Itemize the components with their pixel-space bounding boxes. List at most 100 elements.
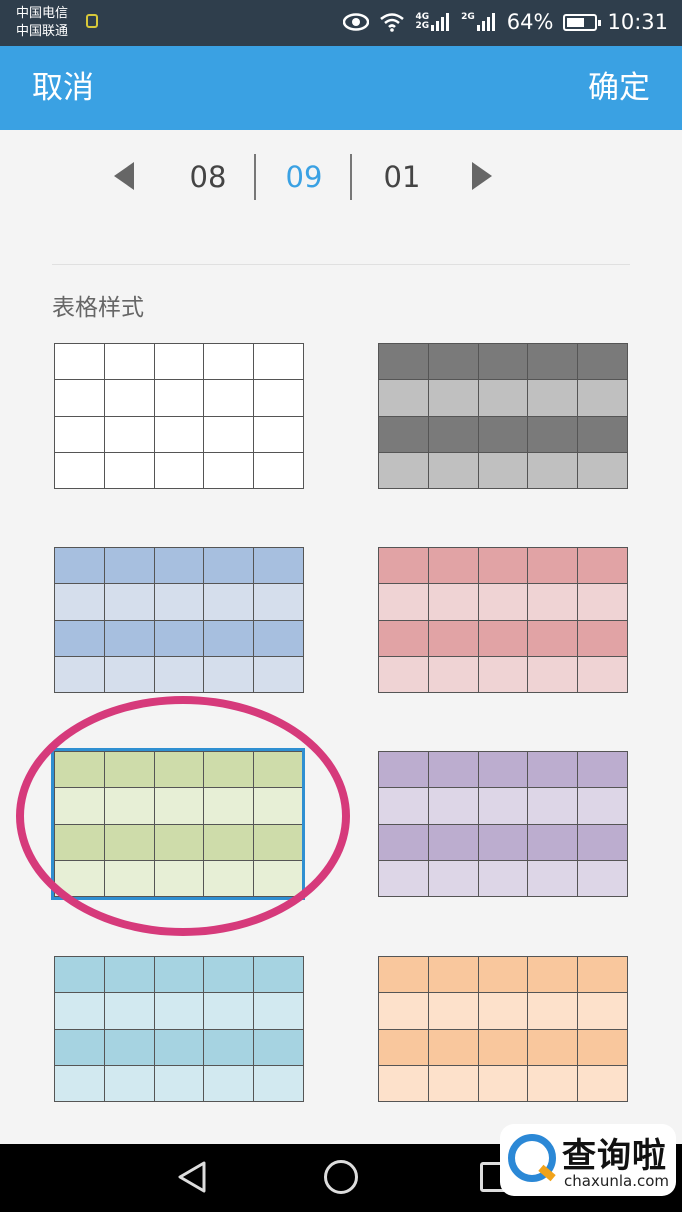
table-preview-cell bbox=[203, 823, 255, 861]
table-preview-cell bbox=[477, 750, 529, 789]
table-preview-cell bbox=[477, 1064, 529, 1103]
table-preview-cell bbox=[203, 750, 255, 789]
table-preview-cell bbox=[527, 1028, 579, 1066]
table-preview-cell bbox=[253, 655, 304, 694]
confirm-button[interactable]: 确定 bbox=[588, 46, 650, 130]
signal-1: 4G 2G bbox=[415, 13, 451, 31]
page-option[interactable]: 08 bbox=[168, 150, 248, 204]
table-preview-cell bbox=[378, 655, 429, 694]
table-preview-cell bbox=[253, 787, 304, 825]
table-preview-cell bbox=[378, 342, 429, 381]
table-style-gray[interactable] bbox=[378, 342, 628, 490]
table-preview-cell bbox=[203, 451, 255, 490]
table-preview-cell bbox=[427, 955, 479, 994]
table-preview-row bbox=[54, 415, 304, 453]
table-preview-cell bbox=[577, 859, 628, 898]
table-preview-cell bbox=[253, 750, 304, 789]
table-style-blue[interactable] bbox=[54, 546, 304, 694]
table-preview-row bbox=[378, 583, 628, 621]
table-preview-cell bbox=[253, 1028, 304, 1066]
cancel-button[interactable]: 取消 bbox=[32, 46, 94, 130]
divider bbox=[254, 154, 256, 200]
table-preview-cell bbox=[253, 859, 304, 898]
table-preview-cell bbox=[378, 823, 429, 861]
table-preview-cell bbox=[153, 1064, 205, 1103]
table-preview-cell bbox=[54, 583, 105, 621]
table-preview-row bbox=[378, 955, 628, 994]
wifi-icon bbox=[380, 13, 405, 32]
table-preview-cell bbox=[54, 992, 105, 1030]
table-preview-cell bbox=[253, 619, 304, 657]
table-preview-cell bbox=[577, 955, 628, 994]
table-preview-cell bbox=[427, 546, 479, 585]
table-preview-cell bbox=[577, 750, 628, 789]
table-preview-row bbox=[378, 992, 628, 1030]
table-preview-row bbox=[54, 619, 304, 657]
table-preview-cell bbox=[203, 992, 255, 1030]
table-style-green-selected[interactable] bbox=[54, 750, 304, 898]
table-preview-cell bbox=[54, 750, 105, 789]
table-preview-cell bbox=[253, 1064, 304, 1103]
table-preview-cell bbox=[378, 583, 429, 621]
next-arrow-icon[interactable] bbox=[472, 162, 492, 190]
table-preview-row bbox=[54, 451, 304, 490]
table-preview-cell bbox=[103, 415, 155, 453]
table-preview-cell bbox=[203, 415, 255, 453]
table-preview-cell bbox=[103, 859, 155, 898]
table-preview-cell bbox=[203, 546, 255, 585]
table-preview-cell bbox=[427, 619, 479, 657]
table-preview-row bbox=[54, 1064, 304, 1103]
table-preview-row bbox=[378, 415, 628, 453]
table-preview-row bbox=[54, 583, 304, 621]
table-preview-cell bbox=[54, 415, 105, 453]
table-preview-cell bbox=[427, 992, 479, 1030]
table-preview-cell bbox=[527, 619, 579, 657]
table-preview-row bbox=[378, 1028, 628, 1066]
table-preview-cell bbox=[577, 1028, 628, 1066]
table-style-plain[interactable] bbox=[54, 342, 304, 490]
page-option[interactable]: 01 bbox=[362, 150, 442, 204]
table-preview-cell bbox=[378, 859, 429, 898]
table-preview-cell bbox=[153, 342, 205, 381]
eye-comfort-icon bbox=[343, 13, 370, 31]
table-preview-cell bbox=[427, 823, 479, 861]
signal-bars-icon bbox=[476, 13, 495, 31]
watermark-url: chaxunla.com bbox=[564, 1172, 669, 1190]
table-preview-cell bbox=[577, 379, 628, 417]
divider bbox=[350, 154, 352, 200]
table-preview-cell bbox=[427, 379, 479, 417]
table-preview-cell bbox=[427, 1028, 479, 1066]
table-preview-cell bbox=[577, 787, 628, 825]
table-preview-cell bbox=[253, 451, 304, 490]
table-preview-row bbox=[378, 655, 628, 694]
table-preview-cell bbox=[378, 379, 429, 417]
table-preview-cell bbox=[577, 546, 628, 585]
page-option-current[interactable]: 09 bbox=[264, 150, 344, 204]
table-style-cyan[interactable] bbox=[54, 955, 304, 1103]
table-preview-cell bbox=[477, 655, 529, 694]
table-preview-cell bbox=[153, 655, 205, 694]
table-preview-cell bbox=[527, 546, 579, 585]
table-style-purple[interactable] bbox=[378, 750, 628, 898]
previous-arrow-icon[interactable] bbox=[114, 162, 134, 190]
table-preview-cell bbox=[527, 655, 579, 694]
table-style-orange[interactable] bbox=[378, 955, 628, 1103]
table-preview-cell bbox=[153, 546, 205, 585]
table-preview-row bbox=[54, 859, 304, 898]
section-title: 表格样式 bbox=[52, 295, 144, 321]
table-preview-cell bbox=[477, 787, 529, 825]
table-preview-row bbox=[54, 546, 304, 585]
table-preview-cell bbox=[54, 823, 105, 861]
table-preview-row bbox=[54, 655, 304, 694]
table-preview-cell bbox=[103, 823, 155, 861]
table-preview-cell bbox=[203, 1028, 255, 1066]
table-preview-cell bbox=[378, 955, 429, 994]
table-preview-cell bbox=[477, 619, 529, 657]
table-style-red[interactable] bbox=[378, 546, 628, 694]
table-preview-cell bbox=[54, 1028, 105, 1066]
table-preview-cell bbox=[577, 583, 628, 621]
watermark-text: 查询啦 bbox=[562, 1136, 667, 1176]
home-icon[interactable] bbox=[324, 1160, 358, 1194]
back-icon[interactable] bbox=[176, 1160, 208, 1194]
table-preview-row bbox=[378, 787, 628, 825]
